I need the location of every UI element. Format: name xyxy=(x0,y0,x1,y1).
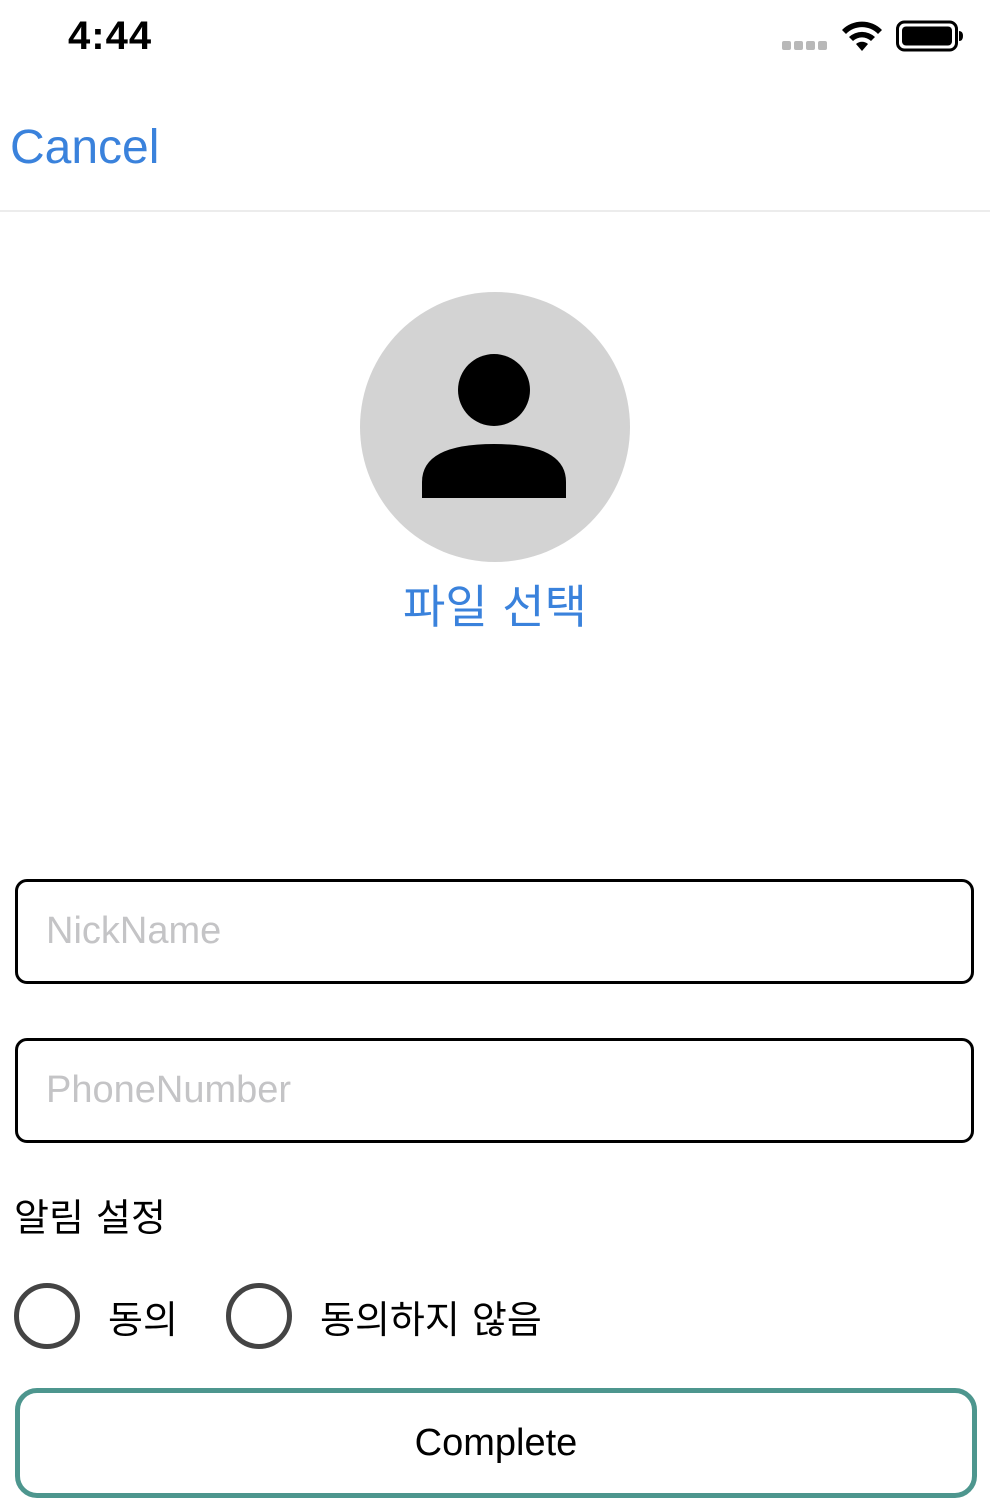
radio-circle-icon[interactable] xyxy=(14,1283,80,1349)
person-icon xyxy=(422,354,566,498)
phone-number-input[interactable] xyxy=(15,1038,974,1143)
complete-button[interactable]: Complete xyxy=(15,1388,977,1498)
status-time: 4:44 xyxy=(68,14,153,58)
navigation-bar: Cancel xyxy=(0,80,990,212)
cellular-signal-icon xyxy=(782,41,827,50)
disagree-radio[interactable]: 동의하지 않음 xyxy=(226,1283,542,1349)
disagree-radio-label: 동의하지 않음 xyxy=(320,1297,542,1342)
agree-radio[interactable]: 동의 xyxy=(14,1283,178,1349)
radio-circle-icon[interactable] xyxy=(226,1283,292,1349)
profile-avatar[interactable] xyxy=(360,292,630,562)
agree-radio-label: 동의 xyxy=(108,1297,178,1342)
nickname-input[interactable] xyxy=(15,879,974,984)
status-bar: 4:44 xyxy=(0,0,990,80)
wifi-icon xyxy=(842,21,882,51)
cancel-button[interactable]: Cancel xyxy=(10,124,159,172)
battery-icon xyxy=(896,20,963,52)
notification-settings-label: 알림 설정 xyxy=(14,1196,166,1240)
file-select-button[interactable]: 파일 선택 xyxy=(345,580,645,635)
